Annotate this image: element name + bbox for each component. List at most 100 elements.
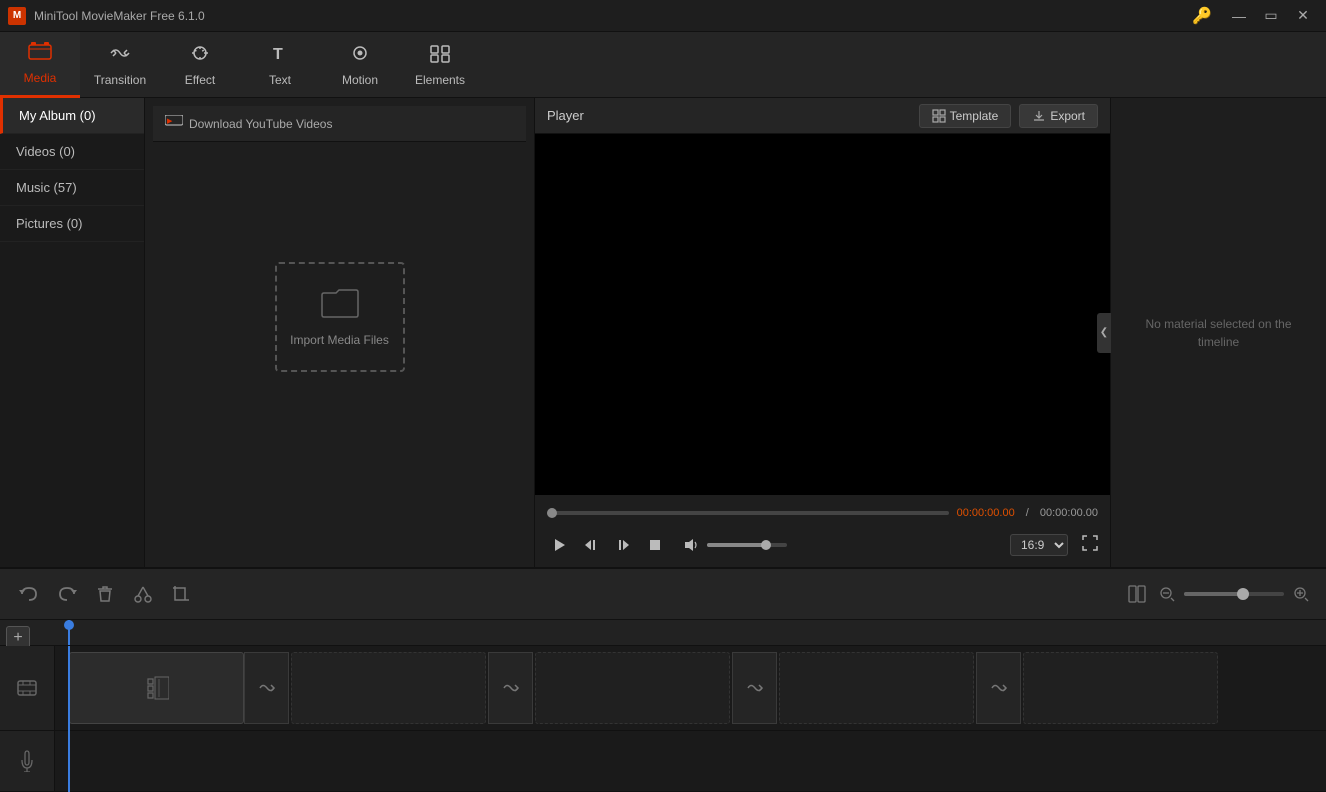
time-current: 00:00:00.00 [957, 507, 1015, 519]
transition-1[interactable] [244, 652, 289, 724]
stop-button[interactable] [643, 535, 667, 555]
video-track-row [0, 646, 1326, 731]
timeline-ruler: + [0, 620, 1326, 646]
toolbar-transition[interactable]: Transition [80, 32, 160, 98]
delete-button[interactable] [88, 577, 122, 611]
clip-container [69, 652, 1326, 724]
effect-label: Effect [185, 73, 215, 87]
transition-icon [108, 43, 132, 69]
video-track-content [55, 646, 1326, 730]
toolbar: Media Transition Effect T Text Motion El… [0, 32, 1326, 98]
audio-track-label [0, 731, 55, 791]
video-clip-5[interactable] [1023, 652, 1218, 724]
export-button[interactable]: Export [1019, 104, 1098, 128]
content-area: My Album (0) Videos (0) Music (57) Pictu… [0, 98, 1326, 792]
video-clip-4[interactable] [779, 652, 974, 724]
title-bar: M MiniTool MovieMaker Free 6.1.0 🔑 — ▭ ✕ [0, 0, 1326, 32]
media-label: Media [24, 71, 57, 85]
player-label: Player [547, 108, 911, 123]
audio-track-row [0, 731, 1326, 792]
toolbar-effect[interactable]: Effect [160, 32, 240, 98]
skip-forward-button[interactable] [611, 535, 635, 555]
player-header: Player Template Export [535, 98, 1110, 134]
undo-button[interactable] [12, 577, 46, 611]
transition-3[interactable] [732, 652, 777, 724]
video-clip-1[interactable] [69, 652, 244, 724]
video-clip-2[interactable] [291, 652, 486, 724]
text-icon: T [268, 43, 292, 69]
time-separator: / [1023, 507, 1032, 519]
svg-text:▶: ▶ [167, 118, 173, 125]
properties-toggle[interactable]: ❮ [1097, 313, 1111, 353]
zoom-slider[interactable] [1184, 592, 1284, 596]
player-controls: 00:00:00.00 / 00:00:00.00 [535, 495, 1110, 567]
media-main: My Album (0) Videos (0) Music (57) Pictu… [0, 98, 534, 567]
progress-bar[interactable] [547, 511, 949, 515]
progress-thumb [547, 508, 557, 518]
toolbar-motion[interactable]: Motion [320, 32, 400, 98]
crop-button[interactable] [164, 577, 198, 611]
progress-bar-container: 00:00:00.00 / 00:00:00.00 [547, 507, 1098, 519]
transition-label: Transition [94, 73, 146, 87]
transition-2[interactable] [488, 652, 533, 724]
aspect-ratio-select[interactable]: 16:9 4:3 1:1 9:16 [1010, 534, 1068, 556]
volume-slider[interactable] [707, 543, 787, 547]
timeline: + [0, 620, 1326, 792]
minimize-button[interactable]: — [1224, 5, 1254, 27]
bottom-toolbar [0, 568, 1326, 620]
template-button[interactable]: Template [919, 104, 1012, 128]
volume-container [679, 535, 787, 555]
import-media-box[interactable]: Import Media Files [275, 262, 405, 372]
toolbar-text[interactable]: T Text [240, 32, 320, 98]
motion-icon [348, 43, 372, 69]
audio-track-content[interactable] [55, 731, 1326, 791]
zoom-controls [1124, 581, 1314, 607]
elements-label: Elements [415, 73, 465, 87]
redo-button[interactable] [50, 577, 84, 611]
sidebar-item-album[interactable]: My Album (0) [0, 98, 144, 134]
video-screen [535, 134, 1110, 495]
toolbar-media[interactable]: Media [0, 32, 80, 98]
zoom-out-button[interactable] [1154, 581, 1180, 607]
app-icon: M [8, 7, 26, 25]
media-panel: My Album (0) Videos (0) Music (57) Pictu… [0, 98, 535, 567]
app-title: MiniTool MovieMaker Free 6.1.0 [34, 9, 1192, 23]
no-material-text: No material selected on the timeline [1129, 315, 1309, 351]
restore-button[interactable]: ▭ [1256, 5, 1286, 27]
media-content: ▶ Download YouTube Videos Import Media F… [145, 98, 534, 567]
sidebar-item-pictures[interactable]: Pictures (0) [0, 206, 144, 242]
media-sidebar: My Album (0) Videos (0) Music (57) Pictu… [0, 98, 145, 567]
elements-icon [428, 43, 452, 69]
skip-backward-button[interactable] [579, 535, 603, 555]
time-total: 00:00:00.00 [1040, 507, 1098, 519]
svg-text:T: T [273, 46, 283, 63]
fullscreen-button[interactable] [1082, 535, 1098, 554]
download-label: Download YouTube Videos [189, 117, 332, 131]
sidebar-item-music[interactable]: Music (57) [0, 170, 144, 206]
video-track-label [0, 646, 55, 730]
split-view-button[interactable] [1124, 581, 1150, 607]
cut-button[interactable] [126, 577, 160, 611]
control-buttons: 16:9 4:3 1:1 9:16 [547, 534, 1098, 556]
zoom-fill [1184, 592, 1239, 596]
sidebar-item-videos[interactable]: Videos (0) [0, 134, 144, 170]
transition-4[interactable] [976, 652, 1021, 724]
volume-fill [707, 543, 763, 547]
media-icon [28, 41, 52, 67]
zoom-thumb [1237, 588, 1249, 600]
text-label: Text [269, 73, 291, 87]
effect-icon [188, 43, 212, 69]
video-clip-3[interactable] [535, 652, 730, 724]
play-button[interactable] [547, 535, 571, 555]
zoom-in-button[interactable] [1288, 581, 1314, 607]
folder-icon [320, 287, 360, 327]
timeline-ruler-playhead [68, 620, 70, 645]
window-controls: — ▭ ✕ [1224, 5, 1318, 27]
volume-thumb [761, 540, 771, 550]
toolbar-elements[interactable]: Elements [400, 32, 480, 98]
download-bar[interactable]: ▶ Download YouTube Videos [153, 106, 526, 142]
key-icon[interactable]: 🔑 [1192, 6, 1212, 26]
volume-button[interactable] [679, 535, 703, 555]
close-button[interactable]: ✕ [1288, 5, 1318, 27]
timeline-tracks [0, 646, 1326, 792]
